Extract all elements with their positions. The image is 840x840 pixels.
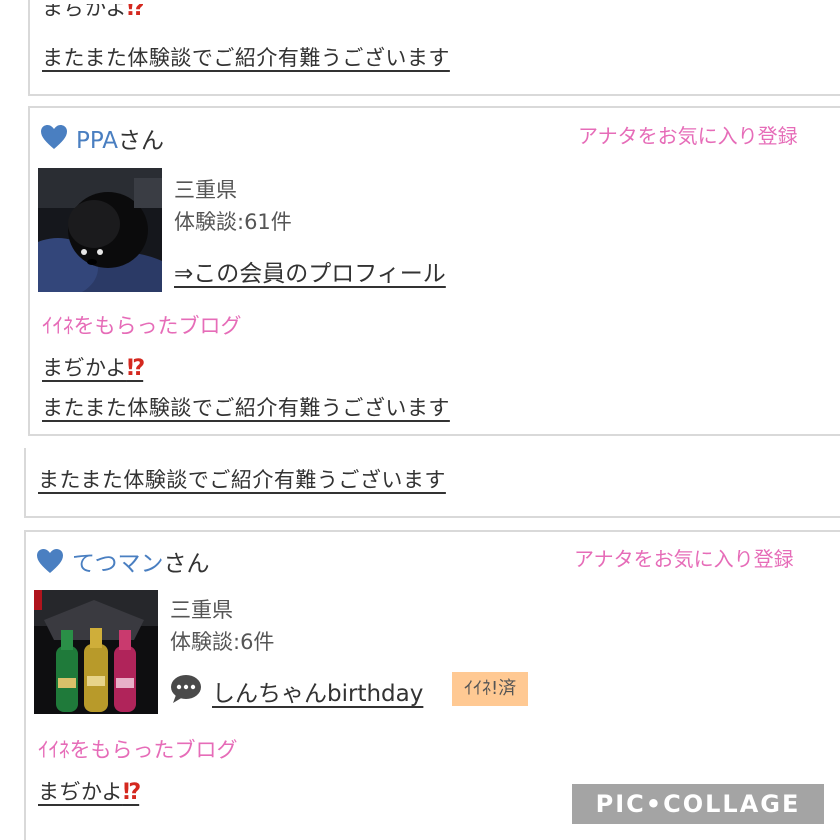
member-avatar[interactable]: [34, 590, 158, 714]
pic-collage-watermark: PIC•COLLAGE: [572, 784, 824, 824]
member-profile-link[interactable]: ⇒この会員のプロフィール: [174, 254, 446, 288]
member-review-count: 体験談:61件: [174, 210, 292, 234]
member-name[interactable]: てつマンさん: [72, 544, 210, 578]
member-name[interactable]: PPAさん: [76, 121, 164, 155]
member-review-count: 体験談:6件: [170, 630, 275, 654]
liked-blog-heading: ｲｲﾈをもらったブログ: [38, 738, 238, 762]
previous-review-link[interactable]: またまた体験談でご紹介有難うございます: [42, 42, 450, 72]
add-favorite-link[interactable]: アナタをお気に入り登録: [578, 120, 798, 149]
heart-icon: [37, 549, 63, 573]
avatar-image: [34, 590, 158, 714]
member-prefecture: 三重県: [174, 178, 237, 202]
heart-icon: [41, 125, 67, 149]
liked-badge: ｲｲﾈ!済: [452, 672, 529, 706]
member-name-suffix: さん: [118, 128, 165, 154]
add-favorite-link[interactable]: アナタをお気に入り登録: [574, 543, 794, 572]
screenshot-bottom: またまた体験談でご紹介有難うございます てつマンさん アナタをお気に入り登録 三…: [0, 448, 840, 840]
exclamation-question-icon: ⁉: [122, 780, 141, 805]
liked-blog-title-link[interactable]: まぢかよ⁉: [38, 776, 141, 806]
member-card-ppa: PPAさん アナタをお気に入り登録 三重県 体験談:61件 ⇒この会員のプロフィ…: [28, 106, 840, 436]
exclamation-question-icon: ⁉: [126, 356, 145, 381]
avatar-image: [38, 168, 162, 292]
previous-member-card: またまた体験談でご紹介有難うございます: [24, 448, 840, 518]
member-name-text[interactable]: てつマン: [72, 551, 164, 577]
review-link[interactable]: またまた体験談でご紹介有難うございます: [42, 392, 450, 422]
liked-blog-title-text: まぢかよ: [38, 780, 123, 804]
liked-blog-heading: ｲｲﾈをもらったブログ: [42, 314, 242, 338]
member-prefecture: 三重県: [170, 598, 233, 622]
previous-member-card: まぢかよ⁉ またまた体験談でご紹介有難うございます: [28, 0, 840, 96]
liked-blog-title-link[interactable]: まぢかよ⁉: [42, 352, 145, 382]
previous-review-link[interactable]: またまた体験談でご紹介有難うございます: [38, 464, 446, 494]
exclamation-question-icon: ⁉: [126, 4, 144, 21]
screenshot-top: まぢかよ⁉ またまた体験談でご紹介有難うございます PPAさん アナタをお気に入…: [0, 0, 840, 448]
speech-bubble-icon: [171, 675, 201, 703]
previous-blog-title-text: まぢかよ: [42, 4, 127, 20]
member-name-text[interactable]: PPA: [76, 128, 118, 154]
member-avatar[interactable]: [38, 168, 162, 292]
member-name-suffix: さん: [163, 551, 210, 577]
previous-blog-title-link[interactable]: まぢかよ⁉: [42, 4, 143, 30]
comment-blog-link[interactable]: しんちゃんbirthday: [212, 674, 423, 708]
liked-blog-title-text: まぢかよ: [42, 356, 127, 380]
